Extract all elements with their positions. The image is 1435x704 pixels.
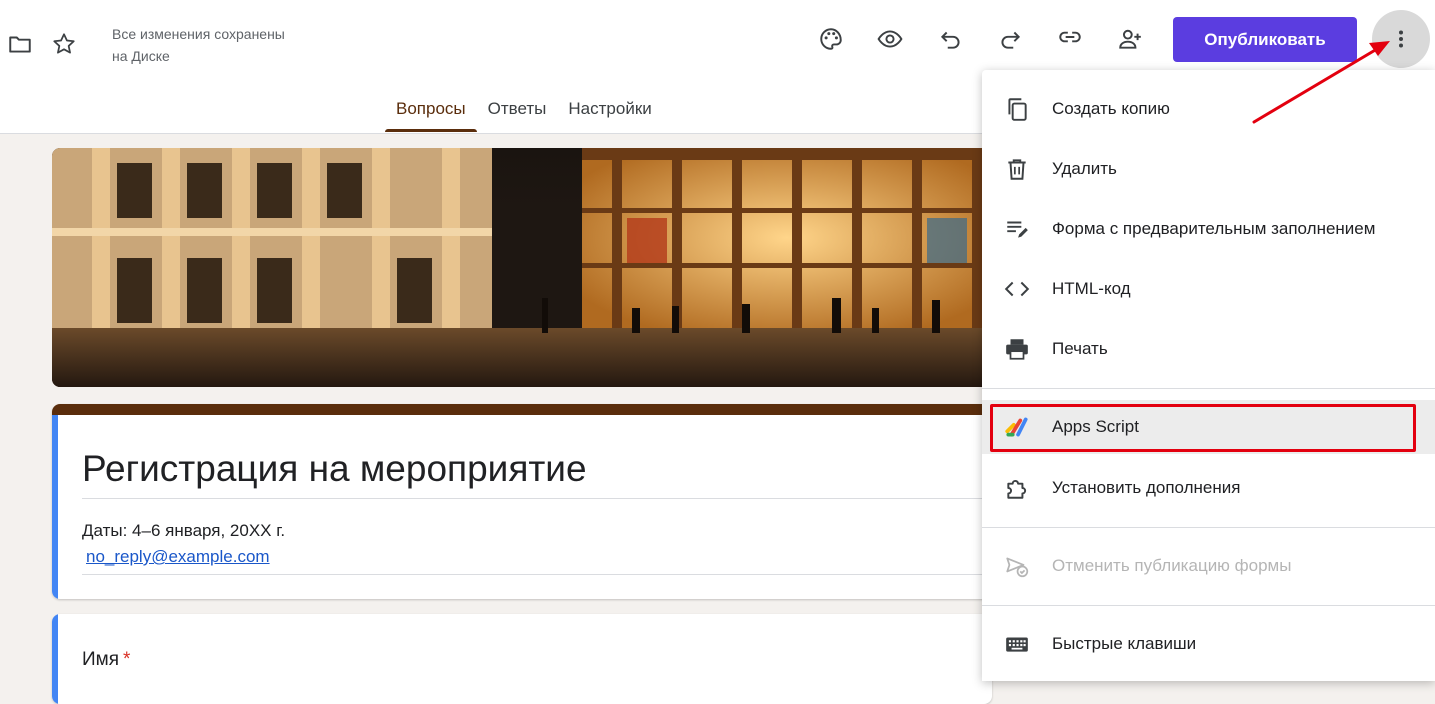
menu-item-label: Форма с предварительным заполнением: [1052, 219, 1376, 238]
question-label: Имя: [82, 649, 120, 670]
eye-icon[interactable]: [870, 19, 910, 59]
save-status-line2: на Диске: [112, 48, 170, 64]
star-icon[interactable]: [44, 24, 84, 64]
question-card[interactable]: Имя *: [52, 614, 992, 704]
question-title: Имя *: [82, 649, 130, 671]
menu-item-print[interactable]: Печать: [982, 322, 1435, 376]
form-description-dates: Даты: 4–6 января, 20XX г.: [82, 521, 286, 540]
contact-email-link[interactable]: no_reply@example.com: [86, 547, 270, 566]
active-card-indicator: [52, 415, 58, 599]
menu-item-label: Отменить публикацию формы: [1052, 556, 1292, 575]
form-tabs: Вопросы Ответы Настройки: [385, 86, 663, 132]
add-person-icon[interactable]: [1110, 19, 1150, 59]
apps-script-highlight-box: [990, 404, 1416, 452]
menu-item-label: Создать копию: [1052, 99, 1170, 118]
menu-item-embed-html[interactable]: HTML-код: [982, 262, 1435, 316]
unpublish-icon: [1004, 553, 1030, 579]
menu-item-label: Быстрые клавиши: [1052, 634, 1197, 653]
menu-item-label: HTML-код: [1052, 279, 1131, 298]
menu-item-delete[interactable]: Удалить: [982, 142, 1435, 196]
trash-icon: [1004, 156, 1030, 182]
keyboard-icon: [1004, 631, 1030, 657]
form-title-card[interactable]: Регистрация на мероприятие Даты: 4–6 янв…: [52, 404, 992, 599]
redo-icon[interactable]: [990, 19, 1030, 59]
form-title[interactable]: Регистрация на мероприятие: [82, 448, 982, 499]
code-icon: [1004, 276, 1030, 302]
puzzle-icon: [1004, 475, 1030, 501]
palette-icon[interactable]: [811, 19, 851, 59]
more-options-menu: Создать копию Удалить Форма с предварите…: [982, 70, 1435, 681]
menu-item-label: Удалить: [1052, 159, 1117, 178]
tab-responses[interactable]: Ответы: [477, 86, 558, 132]
menu-item-label: Установить дополнения: [1052, 478, 1241, 497]
required-asterisk: *: [123, 649, 131, 670]
tab-questions[interactable]: Вопросы: [385, 86, 477, 132]
annotation-arrow: [1252, 41, 1390, 124]
menu-divider: [982, 527, 1435, 528]
link-icon[interactable]: [1050, 17, 1090, 57]
save-status: Все изменения сохранены на Диске: [112, 23, 285, 67]
menu-divider: [982, 388, 1435, 389]
question-card-indicator: [52, 614, 58, 704]
save-status-line1: Все изменения сохранены: [112, 26, 285, 42]
tab-settings[interactable]: Настройки: [557, 86, 662, 132]
prefill-icon: [1004, 216, 1030, 242]
form-header-image: [52, 148, 992, 387]
copy-icon: [1004, 96, 1030, 122]
theme-strip: [52, 404, 992, 415]
menu-item-add-ons[interactable]: Установить дополнения: [982, 461, 1435, 515]
menu-item-prefilled-form[interactable]: Форма с предварительным заполнением: [982, 202, 1435, 256]
undo-icon[interactable]: [931, 19, 971, 59]
folder-icon[interactable]: [0, 24, 40, 64]
print-icon: [1004, 336, 1030, 362]
menu-item-label: Печать: [1052, 339, 1108, 358]
menu-item-unpublish: Отменить публикацию формы: [982, 539, 1435, 593]
menu-divider: [982, 605, 1435, 606]
menu-item-keyboard-shortcuts[interactable]: Быстрые клавиши: [982, 617, 1435, 671]
form-description[interactable]: Даты: 4–6 января, 20XX г. no_reply@examp…: [82, 518, 982, 575]
